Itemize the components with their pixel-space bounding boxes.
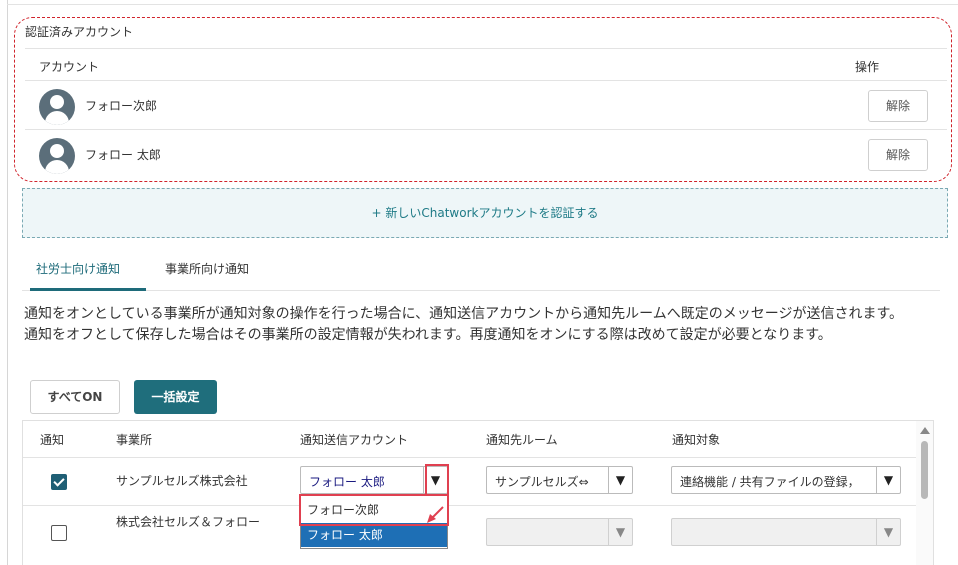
header-office: 事業所: [116, 433, 153, 447]
dropdown-option-selected[interactable]: フォロー 太郎: [301, 523, 447, 547]
header-operation: 操作: [855, 60, 880, 74]
header-notify: 通知: [40, 433, 65, 447]
account-name: フォロー 太郎: [85, 148, 161, 162]
notify-checkbox[interactable]: [51, 474, 67, 490]
description-line-2: 通知をオフとして保存した場合はその事業所の設定情報が失われます。再度通知をオンに…: [24, 327, 832, 343]
destination-room-select[interactable]: サンプルセルズ⇔ ▼: [486, 466, 633, 494]
add-chatwork-account-button[interactable]: + 新しいChatworkアカウントを認証する: [22, 188, 948, 238]
scroll-thumb[interactable]: [921, 441, 928, 499]
office-name: サンプルセルズ株式会社: [116, 474, 248, 488]
chevron-down-icon[interactable]: ▼: [876, 519, 900, 545]
bulk-set-button[interactable]: 一括設定: [134, 380, 217, 414]
notify-target-select[interactable]: ▼: [671, 518, 901, 546]
notification-settings-table: 通知 事業所 通知送信アカウント 通知先ルーム 通知対象 サンプルセルズ株式会社…: [22, 420, 934, 565]
annotation-highlight-box: [425, 464, 449, 496]
all-on-button[interactable]: すべてON: [30, 380, 120, 414]
office-name: 株式会社セルズ＆フォロー: [116, 515, 261, 529]
release-button[interactable]: 解除: [868, 139, 928, 171]
header-target: 通知対象: [672, 433, 721, 447]
chevron-down-icon[interactable]: ▼: [608, 519, 632, 545]
row-divider: [23, 457, 923, 458]
frame-border-left: [7, 0, 8, 565]
header-account: アカウント: [39, 60, 100, 74]
account-name: フォロー次郎: [85, 99, 158, 113]
select-value: サンプルセルズ⇔: [495, 475, 589, 489]
notification-tabs: 社労士向け通知 事業所向け通知: [22, 249, 940, 291]
frame-border-top: [7, 4, 958, 5]
select-value: 連絡機能 / 共有ファイルの登録，: [680, 475, 860, 489]
chevron-down-icon[interactable]: ▼: [876, 467, 900, 493]
description-line-1: 通知をオンとしている事業所が通知対象の操作を行った場合に、通知送信アカウントから…: [24, 306, 904, 322]
row-divider: [23, 505, 923, 506]
select-value: フォロー 太郎: [309, 475, 385, 489]
header-room: 通知先ルーム: [486, 433, 558, 447]
account-row: フォロー次郎 解除: [25, 81, 947, 130]
auth-section-title: 認証済みアカウント: [25, 25, 134, 39]
chevron-down-icon[interactable]: ▼: [608, 467, 632, 493]
header-sender: 通知送信アカウント: [300, 433, 409, 447]
account-row: フォロー 太郎 解除: [25, 130, 947, 179]
notify-checkbox[interactable]: [51, 525, 67, 541]
table-scrollbar[interactable]: [916, 421, 933, 565]
tab-sharoushi-notify[interactable]: 社労士向け通知: [30, 260, 146, 291]
description: 通知をオンとしている事業所が通知対象の操作を行った場合に、通知送信アカウントから…: [24, 304, 929, 346]
accounts-table-header: アカウント 操作: [25, 48, 947, 81]
destination-room-select[interactable]: ▼: [486, 518, 633, 546]
authenticated-accounts-section: 認証済みアカウント アカウント 操作 フォロー次郎 解除 フォロー 太郎 解除: [14, 17, 952, 182]
user-avatar-icon: [39, 138, 75, 174]
annotation-arrow-icon: [427, 506, 444, 523]
notify-target-select[interactable]: 連絡機能 / 共有ファイルの登録， ▼: [671, 466, 901, 494]
tab-office-notify[interactable]: 事業所向け通知: [165, 260, 249, 277]
user-avatar-icon: [39, 89, 75, 125]
release-button[interactable]: 解除: [868, 90, 928, 122]
scroll-up-icon[interactable]: [920, 427, 930, 434]
